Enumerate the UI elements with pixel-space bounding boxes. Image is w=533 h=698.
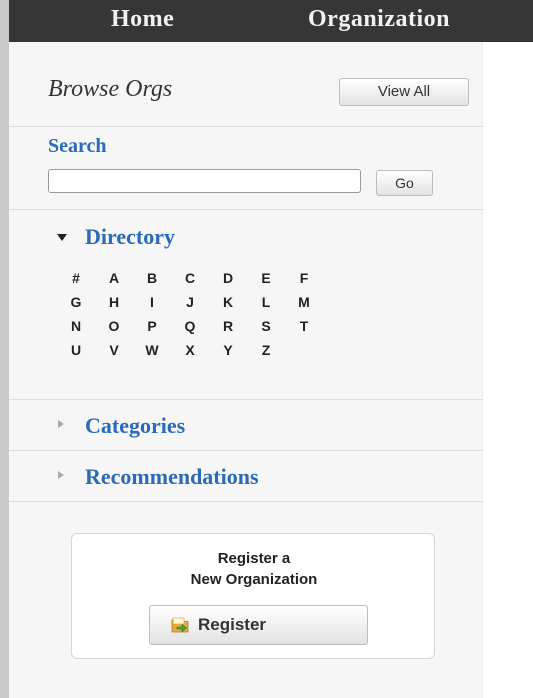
directory-letter-link[interactable]: A — [95, 266, 133, 290]
directory-letter-link[interactable]: G — [57, 290, 95, 314]
directory-letter-link[interactable]: L — [247, 290, 285, 314]
directory-letter-link[interactable]: N — [57, 314, 95, 338]
recommendations-section[interactable]: Recommendations — [9, 451, 483, 502]
register-button[interactable]: Register — [149, 605, 368, 645]
nav-organization-link[interactable]: Organization — [308, 6, 450, 33]
directory-letter-link[interactable]: X — [171, 338, 209, 362]
directory-letter-link[interactable]: E — [247, 266, 285, 290]
directory-letter-link[interactable]: P — [133, 314, 171, 338]
view-all-button[interactable]: View All — [339, 78, 469, 106]
directory-letter-link[interactable]: Q — [171, 314, 209, 338]
directory-letter-link[interactable]: B — [133, 266, 171, 290]
directory-section: Directory # A B C D E F G H I J K L M N O P Q R S T U V W X Y Z — [9, 210, 483, 400]
directory-letter-link[interactable]: F — [285, 266, 323, 290]
recommendations-toggle[interactable]: Recommendations — [85, 464, 259, 490]
directory-letter-link[interactable]: C — [171, 266, 209, 290]
browse-header: Browse Orgs View All — [9, 42, 483, 127]
nav-home-link[interactable]: Home — [111, 6, 174, 33]
register-heading-line2: New Organization — [190, 571, 318, 588]
directory-letter-link[interactable]: # — [57, 266, 95, 290]
directory-letter-link[interactable]: H — [95, 290, 133, 314]
directory-letter-link[interactable]: S — [247, 314, 285, 338]
directory-letter-link[interactable]: K — [209, 290, 247, 314]
expanded-arrow-icon[interactable] — [57, 234, 67, 241]
search-section: Search Go — [9, 127, 483, 210]
categories-section[interactable]: Categories — [9, 400, 483, 451]
directory-letter-link[interactable]: V — [95, 338, 133, 362]
directory-letter-link[interactable]: T — [285, 314, 323, 338]
browse-sidebar: Browse Orgs View All Search Go Directory… — [9, 42, 483, 698]
alphabet-index: # A B C D E F G H I J K L M N O P Q R S T U V W X Y Z — [57, 266, 323, 362]
register-box: Register a New Organization Register — [71, 533, 435, 659]
directory-letter-link[interactable]: Y — [209, 338, 247, 362]
directory-letter-link[interactable]: R — [209, 314, 247, 338]
register-heading-line1: Register a — [217, 550, 291, 567]
collapsed-arrow-icon — [58, 471, 64, 479]
categories-toggle[interactable]: Categories — [85, 413, 185, 439]
directory-letter-link[interactable]: W — [133, 338, 171, 362]
collapsed-arrow-icon — [58, 420, 64, 428]
directory-letter-link[interactable]: O — [95, 314, 133, 338]
search-input[interactable] — [48, 169, 361, 193]
directory-letter-link[interactable]: M — [285, 290, 323, 314]
search-label[interactable]: Search — [48, 135, 107, 158]
directory-letter-link[interactable]: J — [171, 290, 209, 314]
browse-title: Browse Orgs — [48, 76, 173, 102]
directory-letter-link[interactable]: D — [209, 266, 247, 290]
directory-toggle[interactable]: Directory — [85, 224, 175, 250]
register-folder-arrow-icon — [171, 617, 189, 633]
go-button[interactable]: Go — [376, 170, 433, 196]
register-button-label: Register — [198, 615, 267, 634]
top-nav-bar: Home Organization — [9, 0, 533, 42]
directory-letter-link[interactable]: U — [57, 338, 95, 362]
directory-letter-link[interactable]: I — [133, 290, 171, 314]
directory-letter-link[interactable]: Z — [247, 338, 285, 362]
left-rail — [0, 0, 9, 698]
